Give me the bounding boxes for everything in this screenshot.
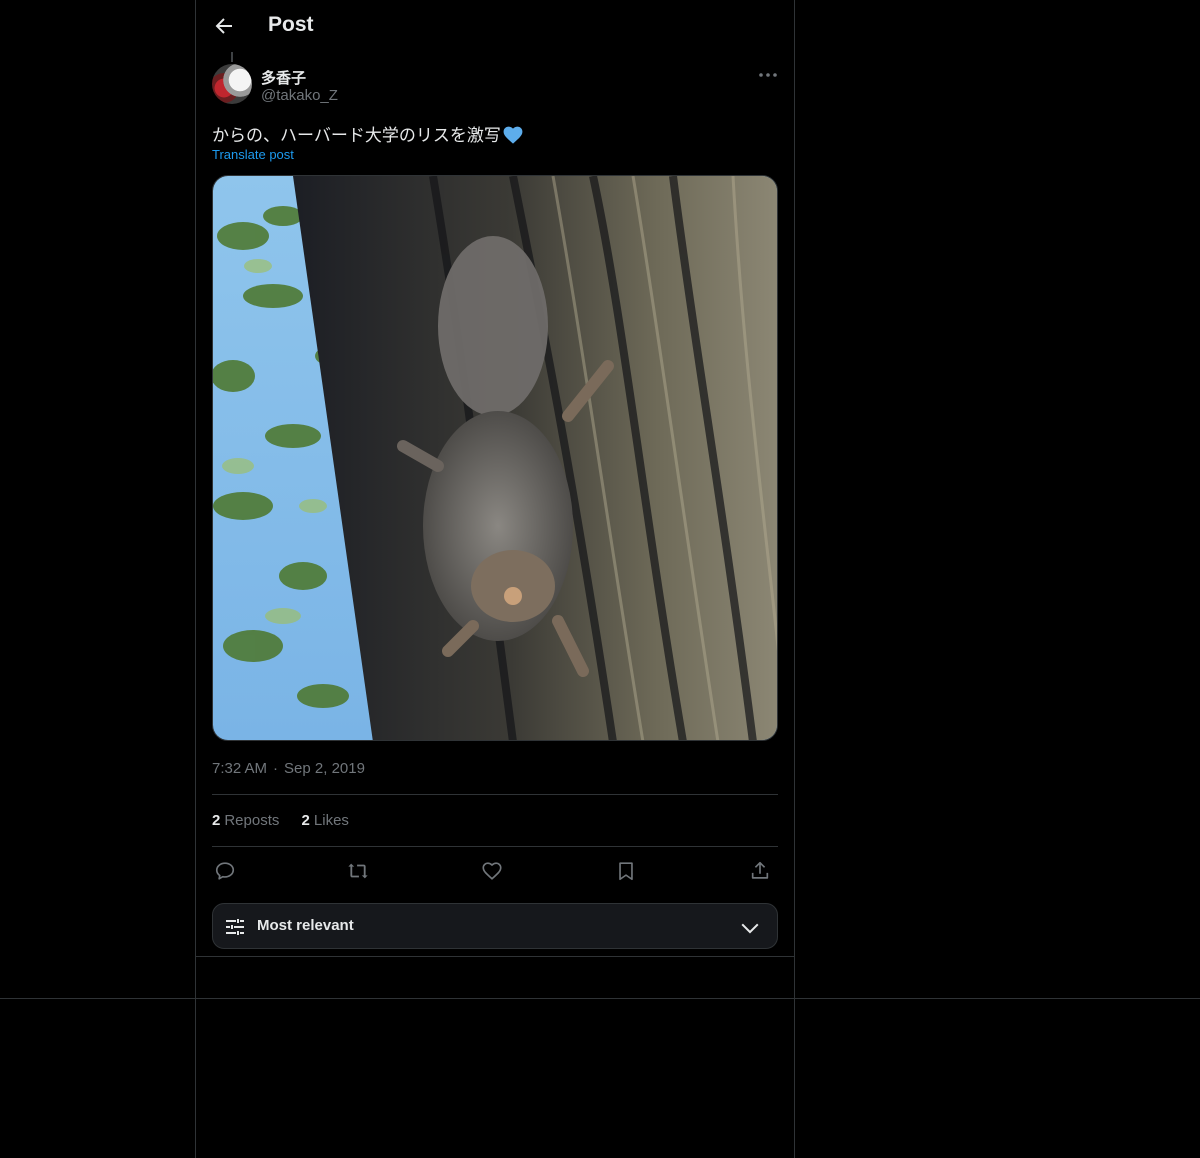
post-text-content: からの、ハーバード大学のリスを激写: [212, 126, 501, 145]
reposts-count: 2: [212, 812, 221, 829]
primary-column: Post 多香子 @takako_Z からの、ハーバード大学のリスを激写 Tra…: [195, 0, 795, 1158]
reposts-stat[interactable]: 2 Reposts: [212, 812, 279, 829]
sort-label: Most relevant: [257, 917, 354, 934]
author-name[interactable]: 多香子: [261, 67, 306, 88]
heart-icon[interactable]: [479, 858, 505, 884]
post-actions: [212, 858, 778, 884]
likes-label: Likes: [313, 812, 349, 829]
reposts-label: Reposts: [224, 812, 280, 829]
post-text: からの、ハーバード大学のリスを激写: [212, 121, 523, 146]
page-header: Post: [196, 0, 794, 53]
blue-heart-emoji-icon: [503, 126, 523, 144]
post-date: Sep 2, 2019: [284, 760, 365, 777]
squirrel-photo: [213, 176, 777, 740]
engagement-stats: 2 Reposts 2 Likes: [212, 812, 367, 829]
repost-icon[interactable]: [345, 858, 371, 884]
post-time: 7:32 AM: [212, 760, 268, 777]
divider: [212, 794, 778, 795]
post-timestamp[interactable]: 7:32 AM · Sep 2, 2019: [212, 760, 365, 777]
thread-line: [231, 52, 233, 62]
separator-dot: ·: [273, 760, 279, 777]
bookmark-icon[interactable]: [613, 858, 639, 884]
page-title: Post: [268, 13, 314, 36]
chevron-down-icon: [739, 917, 761, 939]
section-divider: [196, 956, 794, 957]
divider: [212, 846, 778, 847]
reply-icon[interactable]: [212, 858, 238, 884]
page-divider: [0, 998, 1200, 999]
translate-post-link[interactable]: Translate post: [212, 147, 294, 162]
avatar[interactable]: [212, 64, 252, 104]
sort-replies-dropdown[interactable]: Most relevant: [212, 903, 778, 949]
author-handle[interactable]: @takako_Z: [261, 87, 338, 104]
likes-count: 2: [301, 812, 310, 829]
tune-icon: [223, 915, 247, 939]
back-arrow-icon[interactable]: [212, 14, 236, 38]
likes-stat[interactable]: 2 Likes: [302, 812, 349, 829]
share-icon[interactable]: [747, 858, 773, 884]
more-horizontal-icon[interactable]: [757, 66, 779, 84]
post-image[interactable]: [212, 175, 778, 741]
